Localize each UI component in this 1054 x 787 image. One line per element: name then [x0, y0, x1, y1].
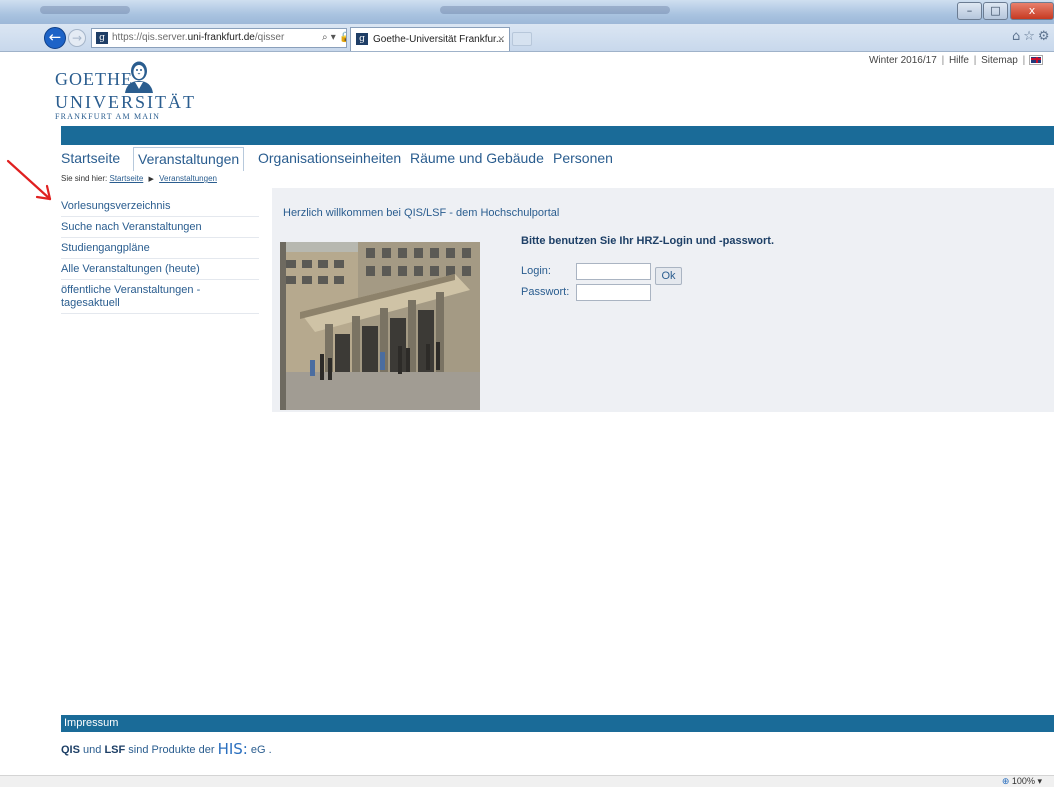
login-field[interactable]: [576, 263, 651, 280]
sidebar-item-studiengangplaene[interactable]: Studiengangpläne: [61, 238, 259, 259]
separator: |: [973, 55, 977, 66]
nav-startseite[interactable]: Startseite: [61, 147, 120, 169]
zoom-caret-icon: ▾: [1037, 776, 1042, 786]
produkte-text: sind Produkte der: [128, 744, 215, 756]
password-field[interactable]: [576, 284, 651, 301]
header-blue-bar: [61, 126, 1054, 145]
breadcrumb-veranstaltungen[interactable]: Veranstaltungen: [159, 174, 217, 183]
password-label: Passwort:: [521, 286, 570, 298]
breadcrumb-arrow-icon: ▶: [148, 175, 154, 183]
welcome-text: Herzlich willkommen bei QIS/LSF - dem Ho…: [283, 207, 560, 219]
help-link[interactable]: Hilfe: [949, 55, 969, 66]
campus-building-photo: [280, 242, 480, 410]
goethe-portrait-icon: [125, 61, 153, 93]
nav-raeume-und-gebaeude[interactable]: Räume und Gebäude: [410, 147, 544, 169]
url-subdomain: qis.server.: [142, 32, 188, 43]
sidebar-item-alle-veranstaltungen[interactable]: Alle Veranstaltungen (heute): [61, 259, 259, 280]
breadcrumb: Sie sind hier: Startseite ▶ Veranstaltun…: [61, 174, 217, 183]
site-favicon-icon: g: [96, 32, 108, 44]
back-arrow-icon: ←: [48, 28, 62, 46]
nav-veranstaltungen-active[interactable]: Veranstaltungen: [133, 147, 245, 171]
footer-bar: Impressum: [61, 715, 1054, 732]
browser-toolbar-icons[interactable]: ⌂☆⚙: [1012, 29, 1053, 44]
tab-favicon-icon: g: [356, 33, 368, 45]
new-tab-button[interactable]: [512, 32, 532, 46]
titlebar-window-title: [440, 6, 670, 14]
sidebar-menu: Vorlesungsverzeichnis Suche nach Veranst…: [61, 196, 259, 314]
url-path: /qisser: [254, 32, 285, 43]
login-label: Login:: [521, 265, 551, 277]
browser-navbar: ← → g https://qis.server.uni-frankfurt.d…: [0, 24, 1054, 52]
url-host: uni-frankfurt.de: [187, 32, 255, 43]
logo-universitaet-text: UNIVERSITÄT: [55, 92, 196, 112]
zoom-control[interactable]: ⊕ 100% ▾: [1002, 776, 1042, 787]
qis-text: QIS: [61, 744, 80, 756]
separator: |: [1022, 55, 1026, 66]
forward-button[interactable]: →: [68, 29, 86, 47]
back-button[interactable]: ←: [44, 27, 66, 49]
sidebar-item-oeffentliche-veranstaltungen[interactable]: öffentliche Veranstaltungen - tagesaktue…: [61, 280, 259, 314]
login-hint-text: Bitte benutzen Sie Ihr HRZ-Login und -pa…: [521, 235, 774, 247]
red-arrow-annotation-icon: [6, 159, 52, 201]
address-actions-icons[interactable]: ⌕ ▾ 🔒 ↻: [322, 29, 346, 47]
tab-close-icon[interactable]: ×: [497, 29, 505, 51]
address-bar[interactable]: g https://qis.server.uni-frankfurt.de/qi…: [91, 28, 347, 48]
impressum-link[interactable]: Impressum: [64, 717, 118, 729]
english-flag-icon[interactable]: [1029, 55, 1043, 65]
lsf-text: LSF: [104, 744, 126, 756]
url-scheme: https://: [112, 32, 143, 43]
titlebar-quick-access: [40, 6, 130, 14]
minimize-button[interactable]: –: [957, 2, 982, 20]
forward-arrow-icon: →: [71, 31, 83, 45]
semester-label[interactable]: Winter 2016/17: [869, 55, 937, 66]
address-url[interactable]: https://qis.server.uni-frankfurt.de/qiss…: [112, 29, 284, 47]
his-logo[interactable]: HIS:: [218, 740, 248, 758]
nav-organisationseinheiten[interactable]: Organisationseinheiten: [258, 147, 401, 169]
tab-title: Goethe-Universität Frankfur...: [373, 34, 505, 45]
close-window-button[interactable]: x: [1010, 2, 1054, 20]
top-links: Winter 2016/17 | Hilfe | Sitemap |: [869, 55, 1043, 66]
sitemap-link[interactable]: Sitemap: [981, 55, 1018, 66]
login-panel: Herzlich willkommen bei QIS/LSF - dem Ho…: [272, 188, 1054, 412]
zoom-level: 100%: [1011, 776, 1035, 786]
und-text: und: [83, 744, 102, 756]
breadcrumb-prefix: Sie sind hier:: [61, 174, 108, 183]
sidebar-item-suche[interactable]: Suche nach Veranstaltungen: [61, 217, 259, 238]
sidebar-item-vorlesungsverzeichnis[interactable]: Vorlesungsverzeichnis: [61, 196, 259, 217]
web-page: GOETHE UNIVERSITÄT FRANKFURT AM MAIN Win…: [0, 53, 1054, 787]
zoom-globe-icon: ⊕: [1001, 777, 1010, 787]
logo-city-text: FRANKFURT AM MAIN: [55, 112, 161, 121]
footer-credit: QIS und LSF sind Produkte der HIS: eG .: [61, 740, 272, 758]
ok-button[interactable]: Ok: [655, 267, 682, 285]
browser-tab-active[interactable]: g Goethe-Universität Frankfur... ×: [350, 27, 510, 51]
window-titlebar: – □ x: [0, 0, 1054, 24]
separator: |: [941, 55, 945, 66]
maximize-button[interactable]: □: [983, 2, 1008, 20]
nav-personen[interactable]: Personen: [553, 147, 613, 169]
university-logo[interactable]: GOETHE UNIVERSITÄT FRANKFURT AM MAIN: [53, 58, 203, 124]
breadcrumb-startseite[interactable]: Startseite: [109, 174, 143, 183]
eg-text: eG .: [250, 744, 272, 756]
browser-statusbar: ⊕ 100% ▾: [0, 775, 1054, 787]
